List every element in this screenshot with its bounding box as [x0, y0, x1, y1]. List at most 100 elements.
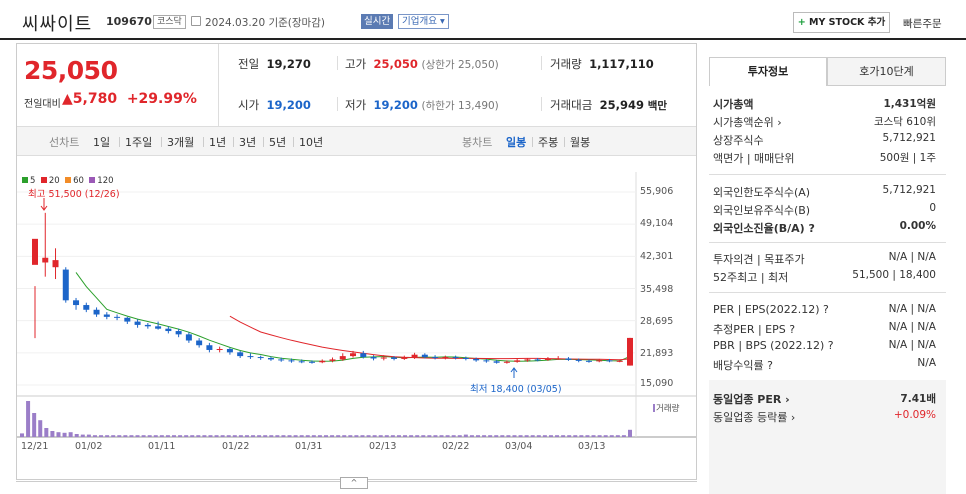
volume-bar — [220, 435, 225, 437]
volume-bar — [621, 435, 626, 437]
candle-body — [165, 328, 172, 332]
volume-bar — [105, 435, 110, 437]
foreign-limit-label: 외국인한도주식수(A) — [713, 186, 811, 199]
volume-bar — [512, 435, 517, 437]
foreign-ratio-label[interactable]: 외국인소진율(B/A) ? — [713, 220, 815, 236]
candle-body — [462, 358, 469, 360]
market-cap-rank-link[interactable]: 시가총액순위 › — [713, 114, 782, 130]
y-tick: 15,090 — [640, 378, 674, 389]
divider — [709, 242, 946, 243]
candle-body — [319, 360, 326, 363]
dividend-label[interactable]: 배당수익률 ? — [713, 357, 773, 373]
collapse-chart-button[interactable]: ^ — [340, 477, 368, 489]
volume-bar — [451, 435, 456, 437]
x-tick: 03/13 — [578, 441, 606, 452]
per-eps-label[interactable]: PER | EPS(2022.12) ? — [713, 303, 829, 316]
volume-bar — [178, 435, 183, 437]
volume-bar — [597, 435, 602, 437]
dividend-value: N/A — [917, 357, 936, 369]
candle-body — [524, 359, 531, 361]
candle-body — [401, 357, 408, 359]
week52-value: 51,500 | 18,400 — [852, 269, 936, 281]
volume-bar — [463, 434, 468, 437]
candle-body — [237, 352, 244, 357]
est-per-label[interactable]: 추정PER | EPS ? — [713, 321, 795, 337]
volume-bar — [165, 435, 170, 437]
volume-bar — [366, 435, 371, 437]
y-tick: 49,104 — [640, 218, 674, 229]
volume-bar — [135, 435, 140, 437]
volume-label: 거래량 — [653, 402, 679, 414]
low-annotation: 최저 18,400 (03/05) — [470, 384, 562, 395]
chevron-up-icon: ^ — [350, 478, 358, 487]
tab-order-book[interactable]: 호가10단계 — [827, 57, 946, 86]
candle-body — [350, 353, 357, 357]
volume-bar — [342, 435, 347, 437]
candle-body — [278, 359, 285, 361]
volume-bar — [542, 435, 547, 437]
candle-body — [73, 300, 80, 306]
volume-bar — [360, 435, 365, 437]
foreign-limit-value: 5,712,921 — [882, 184, 936, 196]
sector-change-link[interactable]: 동일업종 등락률 › — [713, 409, 795, 425]
candle-body — [329, 359, 336, 361]
volume-bar — [500, 435, 505, 437]
candle-body — [585, 360, 592, 362]
candle-body — [267, 358, 274, 360]
volume-bar — [293, 435, 298, 437]
ma5-line — [75, 272, 631, 362]
volume-bar — [129, 435, 134, 437]
volume-bar — [585, 435, 590, 437]
volume-bar — [348, 435, 353, 437]
candle-body — [442, 357, 449, 359]
pbr-bps-label[interactable]: PBR | BPS (2022.12) ? — [713, 339, 834, 352]
tab-invest-info[interactable]: 투자정보 — [709, 57, 827, 86]
volume-bar — [573, 435, 578, 437]
volume-bar — [99, 435, 104, 437]
volume-bar — [311, 435, 316, 437]
volume-bar — [488, 435, 493, 437]
volume-bar — [603, 435, 608, 437]
volume-bar — [32, 413, 37, 437]
volume-bar — [56, 432, 61, 437]
volume-bar — [38, 420, 43, 437]
x-tick: 02/13 — [369, 441, 397, 452]
sector-per-link[interactable]: 동일업종 PER › — [713, 391, 790, 407]
volume-bar — [153, 435, 158, 437]
volume-bar — [317, 435, 322, 437]
volume-bar — [159, 435, 164, 437]
volume-bar — [208, 435, 213, 437]
volume-bar — [202, 435, 207, 437]
volume-bar — [494, 435, 499, 437]
volume-bar — [445, 435, 450, 437]
candle-body — [103, 314, 110, 317]
volume-bar — [147, 435, 152, 437]
volume-bar — [287, 435, 292, 437]
high-annotation: 최고 51,500 (12/26) — [28, 189, 120, 200]
candle-body — [206, 345, 213, 350]
volume-bar — [548, 435, 553, 437]
market-cap-label: 시가총액 — [713, 98, 754, 111]
volume-bar — [378, 435, 383, 437]
divider — [709, 292, 946, 293]
volume-bar — [555, 435, 560, 437]
volume-bar — [324, 435, 328, 437]
candle-body — [565, 358, 572, 360]
sector-per-value: 7.41배 — [900, 393, 936, 405]
foreign-holding-value: 0 — [929, 202, 936, 214]
volume-bar — [615, 435, 620, 437]
candle-body — [421, 354, 428, 358]
volume-bar — [628, 429, 632, 437]
candle-body — [360, 353, 367, 358]
candle-body — [32, 238, 38, 265]
volume-bar — [80, 434, 85, 437]
candle-body — [534, 359, 541, 361]
volume-bar — [196, 435, 201, 437]
candle-body — [544, 358, 551, 360]
volume-bar — [609, 435, 614, 437]
volume-bar — [62, 432, 67, 437]
volume-bar — [20, 433, 24, 437]
listed-shares-label: 상장주식수 — [713, 134, 764, 147]
candle-body — [62, 269, 69, 301]
volume-bar — [518, 435, 523, 437]
